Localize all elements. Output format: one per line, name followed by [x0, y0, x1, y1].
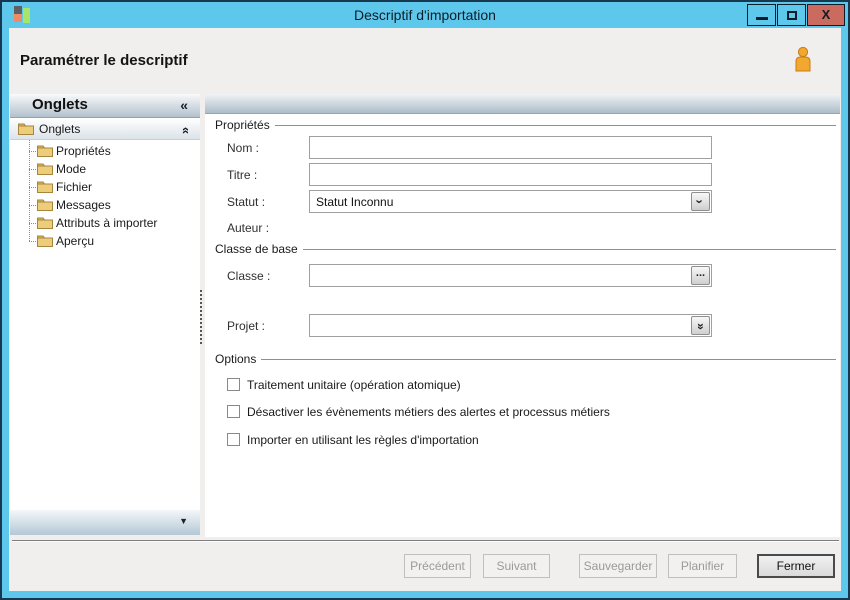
panel-splitter[interactable]: [200, 290, 202, 344]
sidebar-item-mode[interactable]: Mode: [10, 160, 200, 178]
close-button[interactable]: X: [807, 4, 845, 26]
statut-dropdown-button[interactable]: ›: [691, 192, 710, 211]
folder-icon: [37, 198, 53, 211]
sauvegarder-button[interactable]: Sauvegarder: [579, 554, 657, 578]
nom-label: Nom :: [227, 141, 259, 155]
classe-field[interactable]: ...: [309, 264, 712, 287]
sidebar-tree: Propriétés Mode Fichier: [10, 140, 200, 510]
sidebar-collapse-icon[interactable]: «: [180, 97, 188, 113]
folder-icon: [18, 122, 34, 135]
sidebar-item-fichier[interactable]: Fichier: [10, 178, 200, 196]
titre-label: Titre :: [227, 168, 257, 182]
double-chevron-down-icon: »: [692, 323, 709, 330]
statut-select[interactable]: Statut Inconnu ›: [309, 190, 712, 213]
sidebar-scroll-down[interactable]: ▼: [10, 510, 200, 535]
checkbox-desactiver[interactable]: [227, 405, 240, 418]
group-classe-line: [297, 249, 836, 250]
titre-input[interactable]: [309, 163, 712, 186]
projet-dropdown-button[interactable]: »: [691, 316, 710, 335]
suivant-button[interactable]: Suivant: [483, 554, 550, 578]
title-bar[interactable]: Descriptif d'importation X: [2, 2, 848, 28]
sidebar-item-messages[interactable]: Messages: [10, 196, 200, 214]
statut-label: Statut :: [227, 195, 265, 209]
classe-label: Classe :: [227, 269, 270, 283]
group-options-line: [261, 359, 836, 360]
precedent-button[interactable]: Précédent: [404, 554, 471, 578]
sidebar-item-attributs[interactable]: Attributs à importer: [10, 214, 200, 232]
minimize-button[interactable]: [747, 4, 776, 26]
sidebar-item-apercu[interactable]: Aperçu: [10, 232, 200, 250]
window-title: Descriptif d'importation: [2, 2, 848, 28]
auteur-label: Auteur :: [227, 221, 269, 235]
group-proprietes-line: [273, 125, 836, 126]
group-options-label: Options: [215, 352, 261, 366]
sidebar-item-label: Aperçu: [56, 234, 94, 248]
sidebar-item-label: Propriétés: [56, 144, 111, 158]
tree-root-label: Onglets: [39, 122, 80, 136]
minimize-icon: [756, 17, 768, 20]
sidebar-item-label: Mode: [56, 162, 86, 176]
sidebar-item-label: Attributs à importer: [56, 216, 157, 230]
chevron-down-icon: ▼: [179, 516, 188, 526]
projet-label: Projet :: [227, 319, 265, 333]
checkbox-importer[interactable]: [227, 433, 240, 446]
checkbox-label: Importer en utilisant les règles d'impor…: [247, 433, 479, 447]
classe-browse-button[interactable]: ...: [691, 266, 710, 285]
folder-icon: [37, 144, 53, 157]
checkbox-label: Désactiver les évènements métiers des al…: [247, 405, 610, 419]
collapse-all-icon[interactable]: »: [177, 127, 192, 134]
main-form: Propriétés Nom : Titre : Statut : Statut…: [205, 114, 840, 537]
checkbox-label: Traitement unitaire (opération atomique): [247, 378, 461, 392]
sidebar-item-proprietes[interactable]: Propriétés: [10, 142, 200, 160]
main-top-band: [205, 94, 840, 114]
fermer-button[interactable]: Fermer: [757, 554, 835, 578]
folder-icon: [37, 216, 53, 229]
footer-divider: [12, 540, 839, 542]
folder-icon: [37, 180, 53, 193]
planifier-button[interactable]: Planifier: [668, 554, 737, 578]
dialog-window: Descriptif d'importation X Paramétrer le…: [0, 0, 850, 600]
folder-icon: [37, 234, 53, 247]
folder-icon: [37, 162, 53, 175]
group-classe-label: Classe de base: [215, 242, 303, 256]
dialog-content: Paramétrer le descriptif Onglets « Ongle…: [9, 28, 841, 591]
group-proprietes-label: Propriétés: [215, 118, 275, 132]
sidebar-header: Onglets «: [10, 94, 200, 118]
tree-root-onglets[interactable]: Onglets »: [10, 118, 200, 140]
nom-input[interactable]: [309, 136, 712, 159]
chevron-down-icon: ›: [692, 199, 709, 203]
checkbox-traitement[interactable]: [227, 378, 240, 391]
statut-selected-value: Statut Inconnu: [316, 195, 393, 209]
maximize-button[interactable]: [777, 4, 806, 26]
sidebar-item-label: Messages: [56, 198, 111, 212]
page-title: Paramétrer le descriptif: [20, 52, 188, 69]
person-icon: [793, 46, 813, 72]
projet-field[interactable]: »: [309, 314, 712, 337]
maximize-icon: [787, 11, 797, 20]
sidebar-item-label: Fichier: [56, 180, 92, 194]
sidebar-title: Onglets: [32, 96, 88, 113]
